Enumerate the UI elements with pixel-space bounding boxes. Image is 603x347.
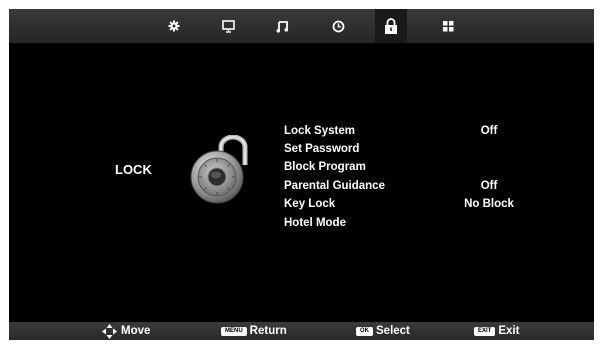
- footer-hint-bar: Move MENU Return OK Select EXIT Exit: [9, 322, 594, 340]
- menu-item-key-lock[interactable]: Key Lock No Block: [284, 195, 584, 213]
- menu-item-label: Parental Guidance: [284, 180, 385, 192]
- menu-item-lock-system[interactable]: Lock System Off: [284, 122, 584, 140]
- menu-item-set-password[interactable]: Set Password: [284, 140, 584, 158]
- exit-key-icon: EXIT: [474, 326, 496, 336]
- tab-lock[interactable]: [375, 9, 407, 43]
- tab-picture[interactable]: [212, 9, 244, 43]
- menu-item-parental-guidance[interactable]: Parental Guidance Off: [284, 177, 584, 195]
- hint-move: Move: [102, 322, 150, 340]
- page-title: LOCK: [115, 162, 152, 177]
- tv-menu-screen: LOCK Lock System Off Set Password Block …: [9, 9, 594, 340]
- return-label: Return: [249, 325, 287, 337]
- lock-icon: [385, 17, 397, 34]
- tab-settings[interactable]: [158, 9, 190, 43]
- hint-exit[interactable]: EXIT Exit: [474, 322, 519, 340]
- menu-item-label: Key Lock: [284, 198, 336, 210]
- menu-item-value: Off: [480, 180, 498, 192]
- hint-select[interactable]: OK Select: [356, 322, 410, 340]
- app-grid-icon: [442, 20, 453, 31]
- exit-label: Exit: [498, 325, 520, 337]
- ok-key-icon: OK: [356, 326, 373, 336]
- tab-sound[interactable]: [266, 9, 298, 43]
- move-arrows-icon: [102, 323, 117, 339]
- menu-item-value: Off: [480, 125, 498, 137]
- hint-return[interactable]: MENU Return: [221, 322, 287, 340]
- monitor-icon: [221, 19, 235, 33]
- move-label: Move: [121, 325, 151, 337]
- combination-lock-icon: [190, 135, 248, 204]
- menu-item-block-program[interactable]: Block Program: [284, 158, 584, 176]
- gear-icon: [168, 20, 180, 32]
- select-label: Select: [376, 325, 410, 337]
- menu-item-hotel-mode[interactable]: Hotel Mode: [284, 214, 584, 232]
- menu-item-value: No Block: [464, 198, 514, 210]
- menu-tab-bar: [9, 9, 594, 43]
- menu-item-label: Block Program: [284, 161, 366, 173]
- clock-icon: [332, 20, 344, 32]
- menu-item-label: Hotel Mode: [284, 217, 346, 229]
- music-note-icon: [276, 20, 288, 33]
- tab-apps[interactable]: [432, 9, 464, 43]
- menu-item-label: Set Password: [284, 143, 360, 155]
- menu-key-icon: MENU: [221, 326, 247, 336]
- menu-item-label: Lock System: [284, 125, 355, 137]
- tab-time[interactable]: [322, 9, 354, 43]
